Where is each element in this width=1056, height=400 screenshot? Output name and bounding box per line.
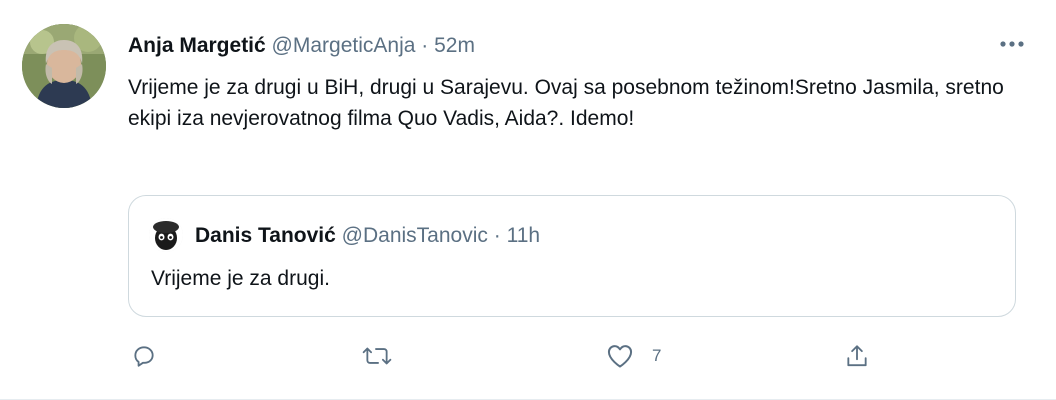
quoted-author-handle[interactable]: @DanisTanovic	[342, 224, 488, 247]
quoted-author-name[interactable]: Danis Tanović	[195, 224, 336, 247]
quoted-tweet-text: Vrijeme je za drugi.	[151, 267, 330, 290]
tweet-header: Anja Margetić @MargeticAnja · 52m	[128, 33, 475, 59]
author-name[interactable]: Anja Margetić	[128, 34, 266, 57]
retweet-icon	[362, 347, 392, 365]
meta-separator: ·	[421, 34, 429, 57]
quoted-author-avatar[interactable]	[149, 218, 183, 252]
author-handle[interactable]: @MargeticAnja	[272, 34, 416, 57]
like-count: 7	[652, 346, 662, 365]
quoted-header: Danis Tanović @DanisTanovic · 11h	[195, 223, 540, 249]
heart-icon	[607, 345, 633, 368]
quoted-tweet-time[interactable]: 11h	[507, 224, 540, 247]
share-button[interactable]	[844, 336, 870, 376]
like-button[interactable]: 7	[606, 336, 661, 376]
reply-icon	[134, 346, 154, 367]
author-avatar[interactable]	[22, 24, 106, 108]
tweet[interactable]: Anja Margetić @MargeticAnja · 52m Vrijem…	[0, 0, 1056, 400]
reply-button[interactable]	[131, 336, 157, 376]
tweet-time[interactable]: 52m	[434, 34, 475, 57]
quoted-meta-separator: ·	[493, 224, 501, 247]
tweet-text: Vrijeme je za drugi u BiH, drugi u Saraj…	[128, 76, 1004, 130]
quoted-tweet[interactable]: Danis Tanović @DanisTanovic · 11h Vrijem…	[128, 195, 1016, 317]
more-icon[interactable]	[996, 28, 1028, 60]
tweet-actions: 7	[0, 336, 1056, 376]
retweet-button[interactable]	[362, 336, 392, 376]
share-icon	[847, 345, 867, 367]
